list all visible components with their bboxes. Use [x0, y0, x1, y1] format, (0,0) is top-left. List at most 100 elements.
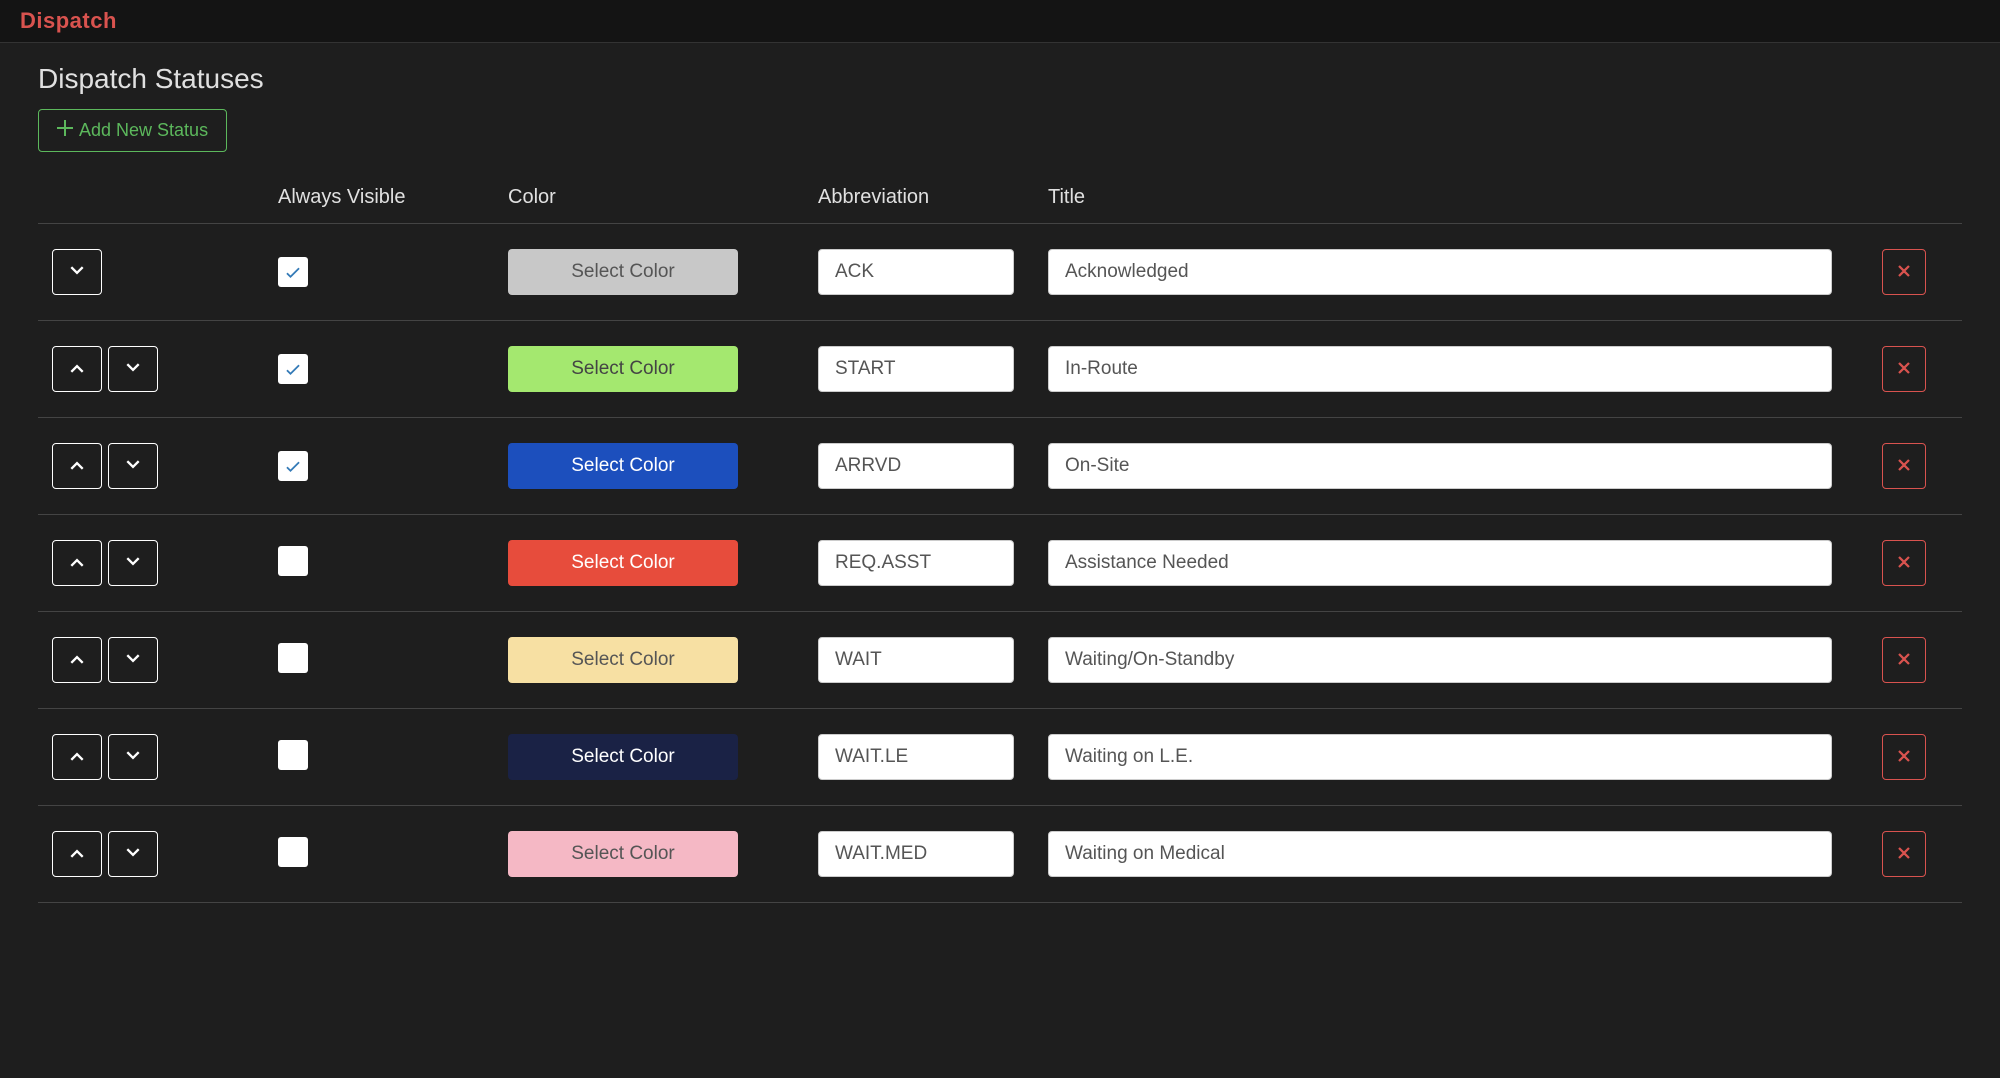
- chevron-down-icon: [68, 262, 86, 283]
- always-visible-checkbox[interactable]: [278, 451, 308, 481]
- always-visible-checkbox[interactable]: [278, 837, 308, 867]
- select-color-button[interactable]: Select Color: [508, 540, 738, 586]
- select-color-button[interactable]: Select Color: [508, 443, 738, 489]
- reorder-cell: [38, 249, 278, 295]
- close-icon: [1895, 553, 1913, 574]
- abbreviation-cell: [818, 346, 1048, 392]
- title-cell: [1048, 249, 1882, 295]
- title-input[interactable]: [1048, 346, 1832, 392]
- move-down-button[interactable]: [52, 249, 102, 295]
- reorder-cell: [38, 540, 278, 586]
- move-up-button[interactable]: [52, 540, 102, 586]
- chevron-down-icon: [124, 456, 142, 477]
- always-visible-checkbox[interactable]: [278, 354, 308, 384]
- title-input[interactable]: [1048, 734, 1832, 780]
- title-cell: [1048, 443, 1882, 489]
- title-cell: [1048, 540, 1882, 586]
- move-down-button[interactable]: [108, 443, 158, 489]
- delete-button[interactable]: [1882, 540, 1926, 586]
- select-color-button[interactable]: Select Color: [508, 346, 738, 392]
- select-color-button[interactable]: Select Color: [508, 734, 738, 780]
- check-icon: [283, 456, 303, 476]
- table-row: Select Color: [38, 321, 1962, 418]
- close-icon: [1895, 262, 1913, 283]
- move-down-button[interactable]: [108, 540, 158, 586]
- title-cell: [1048, 637, 1882, 683]
- abbreviation-cell: [818, 831, 1048, 877]
- always-visible-cell: [278, 643, 508, 678]
- select-color-button[interactable]: Select Color: [508, 637, 738, 683]
- add-button-label: Add New Status: [79, 120, 208, 141]
- add-new-status-button[interactable]: Add New Status: [38, 109, 227, 152]
- abbreviation-input[interactable]: [818, 637, 1014, 683]
- abbreviation-input[interactable]: [818, 346, 1014, 392]
- move-up-button[interactable]: [52, 346, 102, 392]
- move-down-button[interactable]: [108, 831, 158, 877]
- status-table: Always Visible Color Abbreviation Title …: [38, 176, 1962, 903]
- header-abbreviation: Abbreviation: [818, 186, 1048, 209]
- header-color: Color: [508, 186, 818, 209]
- chevron-down-icon: [124, 359, 142, 380]
- always-visible-cell: [278, 546, 508, 581]
- chevron-up-icon: [68, 553, 86, 574]
- check-icon: [283, 262, 303, 282]
- move-down-button[interactable]: [108, 734, 158, 780]
- select-color-button[interactable]: Select Color: [508, 831, 738, 877]
- abbreviation-cell: [818, 443, 1048, 489]
- color-cell: Select Color: [508, 734, 818, 780]
- color-cell: Select Color: [508, 637, 818, 683]
- delete-button[interactable]: [1882, 637, 1926, 683]
- color-cell: Select Color: [508, 249, 818, 295]
- always-visible-cell: [278, 354, 508, 384]
- chevron-up-icon: [68, 359, 86, 380]
- title-cell: [1048, 734, 1882, 780]
- table-row: Select Color: [38, 612, 1962, 709]
- table-row: Select Color: [38, 806, 1962, 903]
- move-up-button[interactable]: [52, 831, 102, 877]
- title-input[interactable]: [1048, 637, 1832, 683]
- abbreviation-input[interactable]: [818, 443, 1014, 489]
- move-up-button[interactable]: [52, 637, 102, 683]
- color-cell: Select Color: [508, 831, 818, 877]
- title-input[interactable]: [1048, 540, 1832, 586]
- table-row: Select Color: [38, 418, 1962, 515]
- always-visible-cell: [278, 451, 508, 481]
- move-down-button[interactable]: [108, 637, 158, 683]
- delete-cell: [1882, 734, 1962, 780]
- always-visible-checkbox[interactable]: [278, 257, 308, 287]
- move-up-button[interactable]: [52, 734, 102, 780]
- delete-cell: [1882, 249, 1962, 295]
- chevron-up-icon: [68, 844, 86, 865]
- reorder-cell: [38, 831, 278, 877]
- table-header-row: Always Visible Color Abbreviation Title: [38, 176, 1962, 224]
- breadcrumb: Dispatch: [20, 8, 117, 33]
- move-up-button[interactable]: [52, 443, 102, 489]
- abbreviation-input[interactable]: [818, 540, 1014, 586]
- delete-button[interactable]: [1882, 249, 1926, 295]
- abbreviation-input[interactable]: [818, 734, 1014, 780]
- abbreviation-input[interactable]: [818, 249, 1014, 295]
- title-input[interactable]: [1048, 249, 1832, 295]
- title-input[interactable]: [1048, 443, 1832, 489]
- always-visible-cell: [278, 837, 508, 872]
- header-always-visible: Always Visible: [278, 186, 508, 209]
- content-area: Dispatch Statuses Add New Status Always …: [0, 43, 2000, 923]
- delete-button[interactable]: [1882, 831, 1926, 877]
- title-input[interactable]: [1048, 831, 1832, 877]
- check-icon: [283, 359, 303, 379]
- always-visible-checkbox[interactable]: [278, 546, 308, 576]
- abbreviation-input[interactable]: [818, 831, 1014, 877]
- page-title: Dispatch Statuses: [38, 63, 1962, 95]
- chevron-up-icon: [68, 456, 86, 477]
- abbreviation-cell: [818, 637, 1048, 683]
- always-visible-checkbox[interactable]: [278, 740, 308, 770]
- delete-button[interactable]: [1882, 443, 1926, 489]
- abbreviation-cell: [818, 540, 1048, 586]
- select-color-button[interactable]: Select Color: [508, 249, 738, 295]
- always-visible-checkbox[interactable]: [278, 643, 308, 673]
- delete-button[interactable]: [1882, 734, 1926, 780]
- delete-button[interactable]: [1882, 346, 1926, 392]
- chevron-up-icon: [68, 747, 86, 768]
- delete-cell: [1882, 443, 1962, 489]
- move-down-button[interactable]: [108, 346, 158, 392]
